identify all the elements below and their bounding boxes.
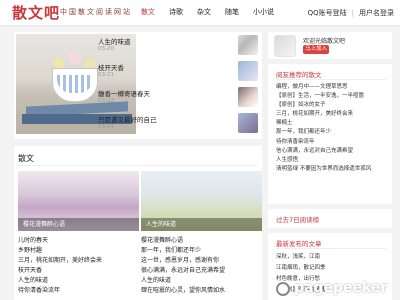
watermark-icon [276, 282, 290, 296]
essays-section: 散文 樱花漫舞醉心语 人生的味道 儿时的春天 乡野村趣 三月，桃花如期开，美好终… [14, 146, 262, 300]
essay-link[interactable]: 人生的味道 [141, 276, 261, 286]
weekly-ranking-title[interactable]: 过去7日阅读榜 [276, 214, 319, 224]
nav-item-miscellany[interactable]: 杂文 [197, 0, 211, 25]
recommend-link[interactable]: 三月，桃花如期开，美好终会来 [276, 110, 388, 119]
essay-list-left: 儿时的春天 乡野村趣 三月，桃花如期开，美好终会来 枝开天香 人生的味道 待你清… [18, 236, 138, 296]
featured-item[interactable]: 只愿遇见最好的自己 03-24 [98, 112, 258, 138]
featured-item[interactable]: 人生的味道 03-20 [98, 34, 258, 60]
essay-link[interactable]: 三月，桃花如期开，美好终会来 [18, 256, 138, 266]
recommend-title: 阅友推荐的散文 [276, 71, 322, 79]
nav-item-short-story[interactable]: 小小说 [253, 0, 274, 25]
featured-panel: 人生的味道 03-20 枝开天香 03-21 馥香一樽寄语春天 03-22 只愿… [14, 32, 262, 139]
main-nav: 散文 诗歌 杂文 随笔 小小说 [141, 0, 288, 25]
section-title[interactable]: 散文 [18, 153, 34, 164]
recommend-link[interactable]: 清明蓝绿 不要因为世界而选择遗世孤风 [276, 165, 388, 174]
featured-item-title[interactable]: 只愿遇见最好的自己 [98, 114, 157, 124]
site-logo[interactable]: 散文吧 [12, 2, 60, 23]
recommend-link[interactable]: 待你清香染流年 [276, 138, 388, 147]
featured-item[interactable]: 枝开天香 03-21 [98, 60, 258, 86]
recommend-link[interactable]: 那一年，我们都还年少 [276, 128, 388, 137]
essay-picture[interactable]: 人生的味道 [141, 171, 262, 231]
essay-picture[interactable]: 樱花漫舞醉心语 [18, 171, 139, 231]
essay-link[interactable]: 这一世，感恩岁月，感谢有你 [141, 256, 261, 266]
join-button[interactable]: 马上加入 [303, 45, 329, 54]
featured-item[interactable]: 馥香一樽寄语春天 03-22 [98, 86, 258, 112]
welcome-text: 欢迎光临散文吧 [303, 38, 346, 45]
essay-picture-caption[interactable]: 人生的味道 [141, 218, 262, 231]
featured-item-title[interactable]: 人生的味道 [98, 36, 131, 46]
site-slogan: 中国散文阅读网站 [60, 8, 132, 16]
recommend-panel: 阅友推荐的散文 编程，做月中——文理草思思 【原创】生活，一半安逸，一半喧嚣 【… [268, 64, 392, 204]
link-separator: | [351, 8, 354, 17]
featured-item-title[interactable]: 枝开天香 [98, 62, 124, 72]
nav-item-poetry[interactable]: 诗歌 [169, 0, 183, 25]
recommend-link[interactable]: 人生感悟 [276, 156, 388, 165]
essay-link[interactable]: 儿时的春天 [18, 236, 138, 246]
featured-list: 人生的味道 03-20 枝开天香 03-21 馥香一樽寄语春天 03-22 只愿… [98, 34, 258, 138]
watermark-text: pagepeeker [294, 280, 388, 296]
essay-link[interactable]: 很心满满，永远对自己充满希望 [141, 266, 261, 276]
top-bar: 散文吧 中国散文阅读网站 散文 诗歌 杂文 随笔 小小说 QQ账号登陆 | 用户… [0, 0, 400, 26]
weekly-ranking-panel: 过去7日阅读榜 [268, 209, 392, 228]
essay-link[interactable]: 人生的味道 [18, 276, 138, 286]
essay-link[interactable]: 待你清香染流年 [18, 286, 138, 296]
avatar [274, 35, 296, 57]
section-divider [18, 165, 258, 166]
login-links: QQ账号登陆 | 用户名登录 [308, 0, 394, 25]
username-login-link[interactable]: 用户名登录 [359, 8, 394, 18]
panel-divider [276, 79, 386, 80]
featured-item-date: 03-20 [98, 46, 114, 52]
panel-divider [276, 248, 386, 249]
nav-item-essay[interactable]: 散文 [141, 0, 155, 25]
featured-item-thumbnail[interactable] [238, 35, 258, 55]
featured-item-thumbnail[interactable] [238, 61, 258, 81]
essay-list-right: 樱花漫舞醉心语 那一年，我们都还年少 这一世，感恩岁月，感谢有你 很心满满，永远… [141, 236, 261, 296]
recommend-link[interactable]: 【原创】生活，一半安逸，一半喧嚣 [276, 92, 388, 101]
teacup-decoration [52, 68, 98, 102]
featured-item-date: 03-24 [98, 124, 114, 130]
essay-link[interactable]: 樱花漫舞醉心语 [141, 236, 261, 246]
featured-item-thumbnail[interactable] [238, 87, 258, 107]
recommend-link[interactable]: 【原创】如冰的女子 [276, 101, 388, 110]
login-panel: 欢迎光临散文吧 马上加入 [268, 32, 392, 59]
qq-login-link[interactable]: QQ账号登陆 [308, 8, 347, 18]
recommend-link[interactable]: 编程，做月中——文理草思思 [276, 83, 388, 92]
recommend-link[interactable]: 信心满满，永远对自己充满希望 [276, 147, 388, 156]
featured-item-title[interactable]: 馥香一樽寄语春天 [98, 88, 150, 98]
essay-link[interactable]: 肆在喧嚣的心灵，望你风情如水 [141, 286, 261, 296]
latest-link[interactable]: 江南烟雨，散记四季 [276, 263, 388, 274]
latest-link[interactable]: 深秋，浅笑，江南 [276, 252, 388, 263]
featured-item-date: 03-22 [98, 98, 114, 104]
featured-item-thumbnail[interactable] [238, 113, 258, 133]
watermark: pagepeeker [272, 278, 396, 300]
featured-item-date: 03-21 [98, 72, 114, 78]
essay-link[interactable]: 乡野村趣 [18, 246, 138, 256]
recommend-link[interactable]: 稀楠土 [276, 119, 388, 128]
essay-link[interactable]: 那一年，我们都还年少 [141, 246, 261, 256]
essay-picture-caption[interactable]: 樱花漫舞醉心语 [18, 218, 139, 231]
nav-item-notes[interactable]: 随笔 [225, 0, 239, 25]
latest-articles-title: 最新发布的文章 [276, 240, 322, 248]
essay-link[interactable]: 枝开天香 [18, 266, 138, 276]
recommend-list: 编程，做月中——文理草思思 【原创】生活，一半安逸，一半喧嚣 【原创】如冰的女子… [276, 83, 388, 174]
